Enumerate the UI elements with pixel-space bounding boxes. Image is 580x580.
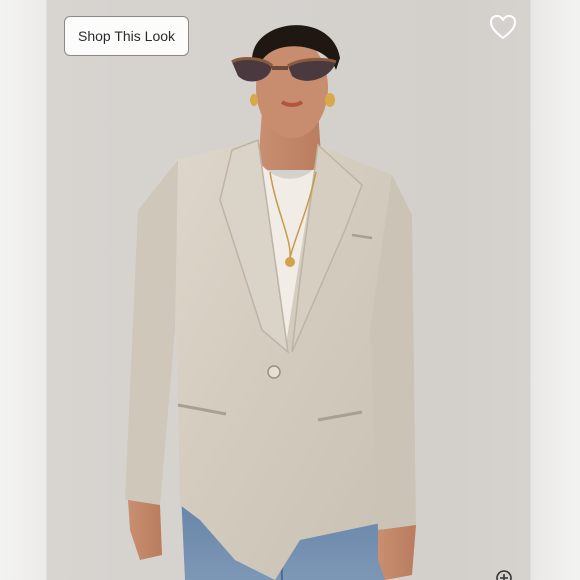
product-image-viewer: Shop This Look bbox=[0, 0, 580, 580]
zoom-plus-icon bbox=[496, 570, 512, 580]
heart-outline-icon bbox=[490, 15, 516, 39]
shop-this-look-button[interactable]: Shop This Look bbox=[64, 16, 189, 56]
zoom-button[interactable] bbox=[494, 568, 514, 580]
blazer-button bbox=[267, 365, 281, 379]
favorite-button[interactable] bbox=[488, 13, 518, 41]
product-photo[interactable] bbox=[0, 0, 580, 580]
